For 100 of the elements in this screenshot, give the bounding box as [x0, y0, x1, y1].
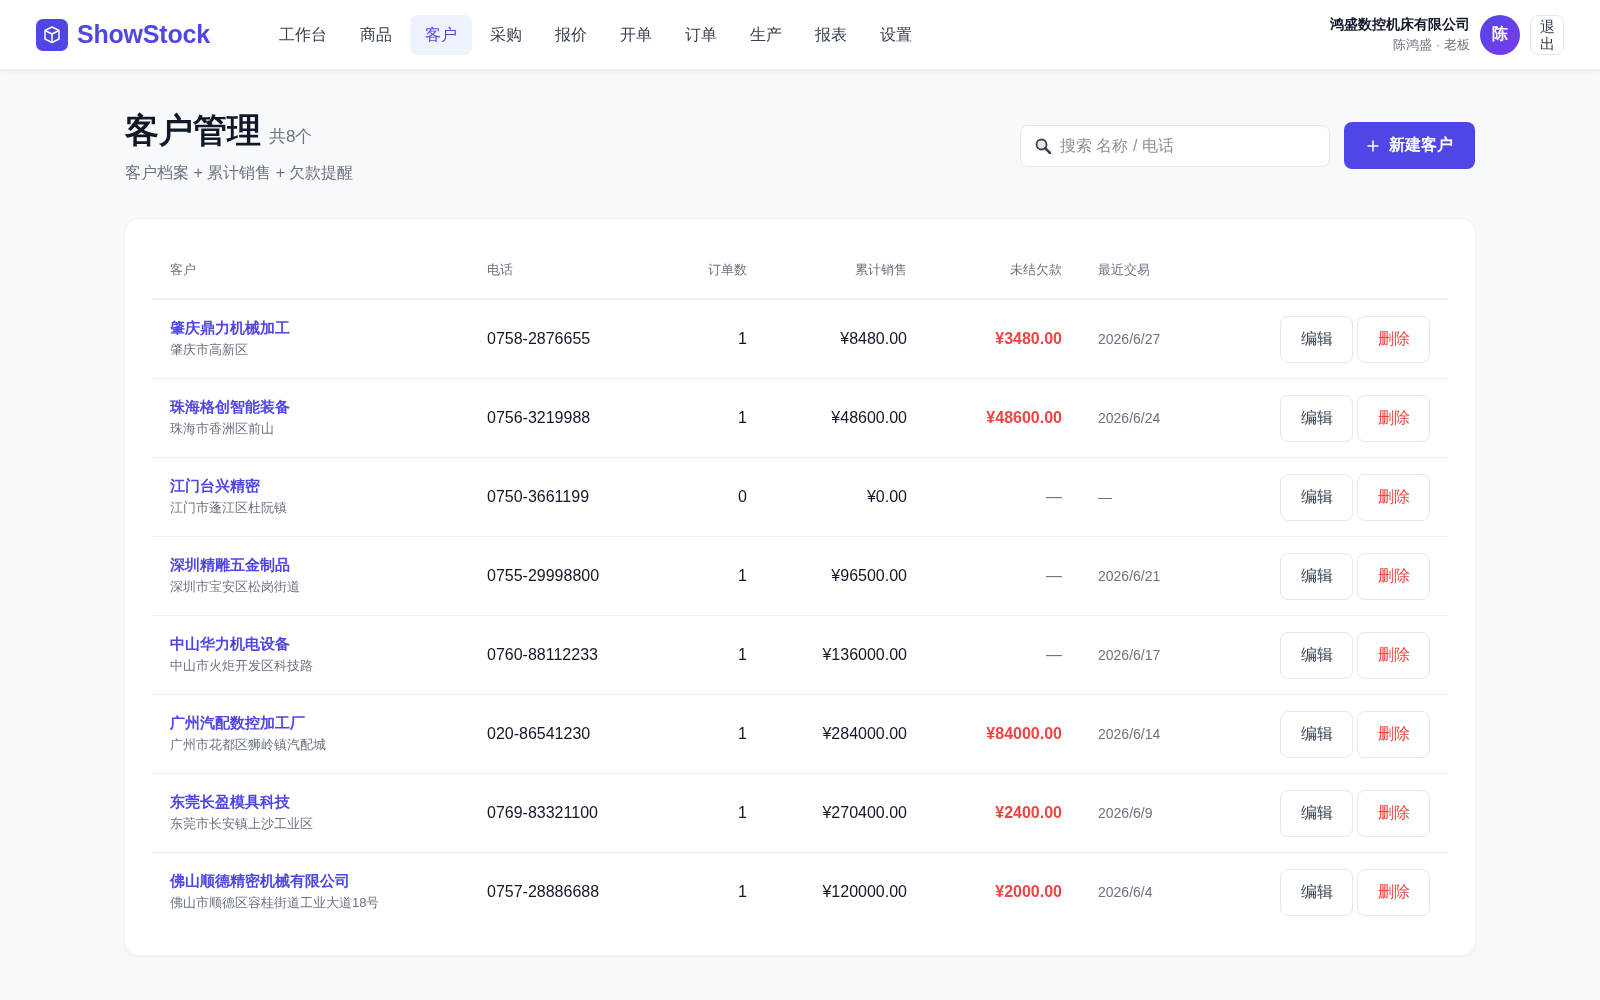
- total-sales: ¥96500.00: [831, 567, 907, 584]
- order-count: 1: [738, 567, 747, 584]
- customer-address: 中山市火炬开发区科技路: [170, 657, 313, 675]
- order-count: 1: [738, 409, 747, 426]
- delete-button[interactable]: 删除: [1357, 394, 1430, 442]
- search-icon: [1035, 137, 1051, 154]
- nav-tab[interactable]: 报表: [799, 14, 862, 55]
- nav-tab[interactable]: 设置: [864, 14, 927, 55]
- phone-number: 0769-83321100: [487, 804, 598, 821]
- outstanding-debt: ¥3480.00: [995, 330, 1062, 347]
- nav-tab[interactable]: 客户: [409, 14, 472, 55]
- nav-tab[interactable]: 采购: [474, 14, 537, 55]
- total-sales: ¥136000.00: [822, 646, 907, 663]
- outstanding-debt: ¥2400.00: [995, 804, 1062, 821]
- column-header: 电话: [487, 262, 513, 277]
- nav-tab[interactable]: 开单: [604, 14, 667, 55]
- nav-tab[interactable]: 工作台: [263, 14, 342, 55]
- last-trade-date: 2026/6/24: [1098, 410, 1161, 426]
- delete-button[interactable]: 删除: [1357, 789, 1430, 837]
- column-header: 订单数: [708, 262, 747, 277]
- column-header: 累计销售: [855, 262, 907, 277]
- column-header: 客户: [170, 262, 196, 277]
- order-count: 1: [738, 646, 747, 663]
- customer-name-link[interactable]: 东莞长盈模具科技: [170, 793, 290, 812]
- customer-address: 佛山市顺德区容桂街道工业大道18号: [170, 894, 380, 912]
- nav-tab[interactable]: 订单: [669, 14, 732, 55]
- order-count: 1: [738, 804, 747, 821]
- nav-tab[interactable]: 商品: [344, 14, 407, 55]
- outstanding-debt: ¥48600.00: [986, 409, 1062, 426]
- total-sales: ¥120000.00: [822, 883, 907, 900]
- phone-number: 020-86541230: [487, 725, 591, 742]
- customer-name-link[interactable]: 江门台兴精密: [170, 477, 260, 496]
- nav-tab[interactable]: 生产: [734, 14, 797, 55]
- new-customer-button[interactable]: 新建客户: [1344, 122, 1475, 169]
- total-sales: ¥284000.00: [822, 725, 907, 742]
- customer-count: 共8个: [269, 126, 313, 148]
- company-name: 鸿盛数控机床有限公司: [1330, 15, 1470, 34]
- total-sales: ¥48600.00: [831, 409, 907, 426]
- phone-number: 0760-88112233: [487, 646, 598, 663]
- edit-button[interactable]: 编辑: [1280, 868, 1353, 916]
- order-count: 1: [738, 725, 747, 742]
- nav-tab[interactable]: 报价: [539, 14, 602, 55]
- logout-button[interactable]: 退出: [1530, 14, 1564, 55]
- customer-address: 肇庆市高新区: [170, 341, 248, 359]
- edit-button[interactable]: 编辑: [1280, 552, 1353, 600]
- phone-number: 0756-3219988: [487, 409, 591, 426]
- total-sales: ¥0.00: [866, 488, 907, 505]
- last-trade-date: 2026/6/14: [1098, 726, 1161, 742]
- order-count: 1: [738, 883, 747, 900]
- last-trade-date: 2026/6/9: [1098, 805, 1153, 821]
- last-trade-date: —: [1098, 489, 1112, 505]
- customer-address: 东莞市长安镇上沙工业区: [170, 815, 313, 833]
- user-role: 陈鸿盛 · 老板: [1393, 35, 1470, 54]
- user-avatar: 陈: [1480, 14, 1520, 55]
- customer-name-link[interactable]: 广州汽配数控加工厂: [170, 714, 305, 733]
- total-sales: ¥270400.00: [822, 804, 907, 821]
- customer-address: 江门市蓬江区杜阮镇: [170, 499, 287, 517]
- customer-address: 珠海市香洲区前山: [170, 420, 274, 438]
- edit-button[interactable]: 编辑: [1280, 394, 1353, 442]
- customer-name-link[interactable]: 佛山顺德精密机械有限公司: [170, 872, 350, 891]
- edit-button[interactable]: 编辑: [1280, 473, 1353, 521]
- customer-address: 广州市花都区狮岭镇汽配城: [170, 736, 326, 754]
- outstanding-debt: —: [1046, 488, 1062, 505]
- phone-number: 0750-3661199: [487, 488, 590, 505]
- delete-button[interactable]: 删除: [1357, 868, 1430, 916]
- customer-name-link[interactable]: 中山华力机电设备: [170, 635, 290, 654]
- total-sales: ¥8480.00: [840, 330, 907, 347]
- outstanding-debt: ¥2000.00: [995, 883, 1062, 900]
- page-subtitle: 客户档案 + 累计销售 + 欠款提醒: [125, 163, 354, 183]
- delete-button[interactable]: 删除: [1357, 473, 1430, 521]
- edit-button[interactable]: 编辑: [1280, 631, 1353, 679]
- edit-button[interactable]: 编辑: [1280, 315, 1353, 363]
- delete-button[interactable]: 删除: [1357, 710, 1430, 758]
- phone-number: 0755-29998800: [487, 567, 600, 584]
- page-title: 客户管理: [125, 110, 261, 151]
- customer-name-link[interactable]: 珠海格创智能装备: [170, 398, 290, 417]
- last-trade-date: 2026/6/21: [1098, 568, 1161, 584]
- outstanding-debt: ¥84000.00: [986, 725, 1062, 742]
- brand-name: ShowStock: [77, 20, 210, 49]
- outstanding-debt: —: [1046, 567, 1062, 584]
- edit-button[interactable]: 编辑: [1280, 710, 1353, 758]
- delete-button[interactable]: 删除: [1357, 552, 1430, 600]
- customer-name-link[interactable]: 肇庆鼎力机械加工: [170, 319, 290, 338]
- order-count: 1: [738, 330, 747, 347]
- column-header: 未结欠款: [1010, 262, 1062, 277]
- plus-icon: [1366, 139, 1379, 152]
- phone-number: 0758-2876655: [487, 330, 591, 347]
- delete-button[interactable]: 删除: [1357, 631, 1430, 679]
- customer-address: 深圳市宝安区松岗街道: [170, 578, 300, 596]
- last-trade-date: 2026/6/17: [1098, 647, 1161, 663]
- order-count: 0: [738, 488, 747, 505]
- edit-button[interactable]: 编辑: [1280, 789, 1353, 837]
- search-field[interactable]: 搜索 名称 / 电话: [1020, 124, 1330, 167]
- cube-logo-icon: [36, 18, 68, 51]
- last-trade-date: 2026/6/4: [1098, 884, 1153, 900]
- delete-button[interactable]: 删除: [1357, 315, 1430, 363]
- phone-number: 0757-28886688: [487, 883, 600, 900]
- customer-name-link[interactable]: 深圳精雕五金制品: [170, 556, 290, 575]
- last-trade-date: 2026/6/27: [1098, 331, 1161, 347]
- column-header: 最近交易: [1098, 262, 1150, 277]
